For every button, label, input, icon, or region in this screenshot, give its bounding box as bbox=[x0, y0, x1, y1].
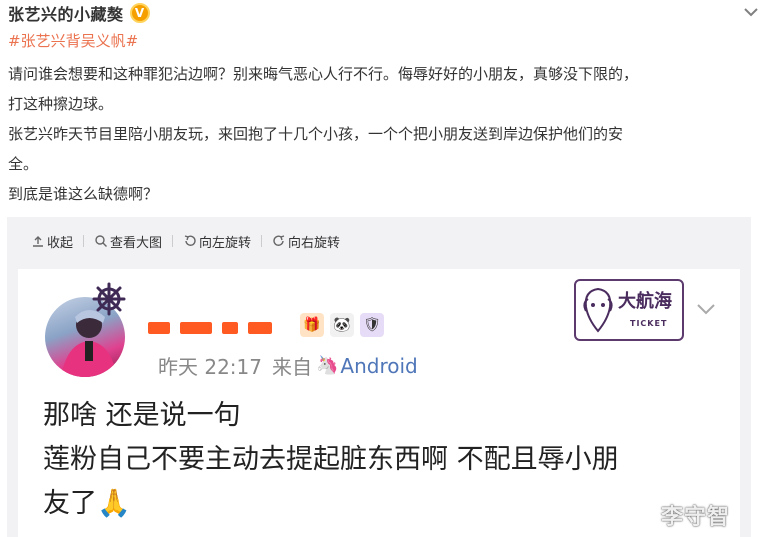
post-line: 打这种擦边球。 bbox=[8, 95, 114, 113]
toolbar-divider bbox=[261, 235, 263, 247]
via-label: 来自 bbox=[272, 355, 312, 379]
gift-badge-icon: 🎁 bbox=[300, 313, 324, 337]
chevron-down-icon bbox=[697, 304, 715, 315]
hashtag-link[interactable]: #张艺兴背吴义帆# bbox=[8, 30, 138, 51]
ram-head-icon bbox=[583, 287, 613, 333]
post-line: 请问谁会想要和这种罪犯沾边啊？别来晦气恶心人行不行。侮辱好好的小朋友，真够没下限… bbox=[8, 65, 639, 83]
panda-badge-icon: 🐼 bbox=[330, 313, 354, 337]
embedded-post-text: 那啥 还是说一句 莲粉自己不要主动去提起脏东西啊 不配且辱小朋 友了🙏 bbox=[43, 394, 733, 526]
embedded-line: 那啥 还是说一句 bbox=[43, 400, 241, 431]
post-body: 请问谁会想要和这种罪犯沾边啊？别来晦气恶心人行不行。侮辱好好的小朋友，真够没下限… bbox=[8, 59, 768, 209]
rotate-right-icon bbox=[273, 235, 285, 246]
embedded-screenshot[interactable]: 🎁 🐼 🛡 昨天 22:17 来自 🦄 Android 大航海 TICKET 那… bbox=[18, 269, 740, 537]
verified-v-icon: V bbox=[129, 3, 150, 23]
view-large-label: 查看大图 bbox=[110, 235, 163, 251]
post-header: 张艺兴的小藏獒 V bbox=[8, 0, 764, 26]
user-badges: 🎁 🐼 🛡 bbox=[300, 313, 384, 337]
view-large-button[interactable]: 查看大图 bbox=[94, 232, 162, 251]
redacted-username bbox=[148, 322, 282, 338]
watermark: 李守智 bbox=[660, 505, 730, 530]
stamp-title: 大航海 bbox=[618, 291, 672, 312]
post-line: 张艺兴昨天节目里陪小朋友玩，来回抱了十几个小孩，一个个把小朋友送到岸边保护他们的… bbox=[8, 125, 624, 143]
image-toolbar: 收起 查看大图 向左旋转 向右旋转 bbox=[31, 230, 340, 252]
post-time: 昨天 22:17 bbox=[158, 355, 262, 379]
chevron-down-icon[interactable] bbox=[742, 3, 760, 21]
rotate-left-label: 向左旋转 bbox=[199, 235, 252, 251]
shield-badge-icon: 🛡 bbox=[360, 313, 384, 337]
voyage-ticket-stamp: 大航海 TICKET bbox=[574, 279, 684, 341]
toolbar-divider bbox=[83, 235, 85, 247]
collapse-label: 收起 bbox=[47, 235, 74, 251]
embedded-line: 莲粉自己不要主动去提起脏东西啊 不配且辱小朋 bbox=[43, 444, 619, 475]
collapse-button[interactable]: 收起 bbox=[31, 232, 73, 251]
client-link[interactable]: Android bbox=[340, 354, 417, 378]
post-line: 到底是谁这么缺德啊？ bbox=[8, 185, 159, 203]
rotate-right-label: 向右旋转 bbox=[288, 235, 341, 251]
post-meta: 昨天 22:17 来自 🦄 Android bbox=[148, 351, 418, 380]
embedded-line: 友了🙏 bbox=[43, 488, 131, 519]
stamp-subtitle: TICKET bbox=[630, 319, 668, 328]
rotate-left-icon bbox=[184, 235, 196, 246]
unicorn-icon: 🦄 bbox=[316, 355, 339, 376]
rotate-left-button[interactable]: 向左旋转 bbox=[183, 232, 251, 251]
media-card: 收起 查看大图 向左旋转 向右旋转 🎁 🐼 🛡 昨天 22:17 来自 🦄 An… bbox=[7, 217, 751, 537]
magnifier-icon bbox=[95, 235, 108, 247]
collapse-icon bbox=[33, 236, 43, 247]
author-name[interactable]: 张艺兴的小藏獒 bbox=[8, 1, 124, 25]
ship-wheel-icon bbox=[92, 282, 126, 316]
post-line: 全。 bbox=[8, 155, 39, 173]
toolbar-divider bbox=[172, 235, 174, 247]
rotate-right-button[interactable]: 向右旋转 bbox=[272, 232, 340, 251]
